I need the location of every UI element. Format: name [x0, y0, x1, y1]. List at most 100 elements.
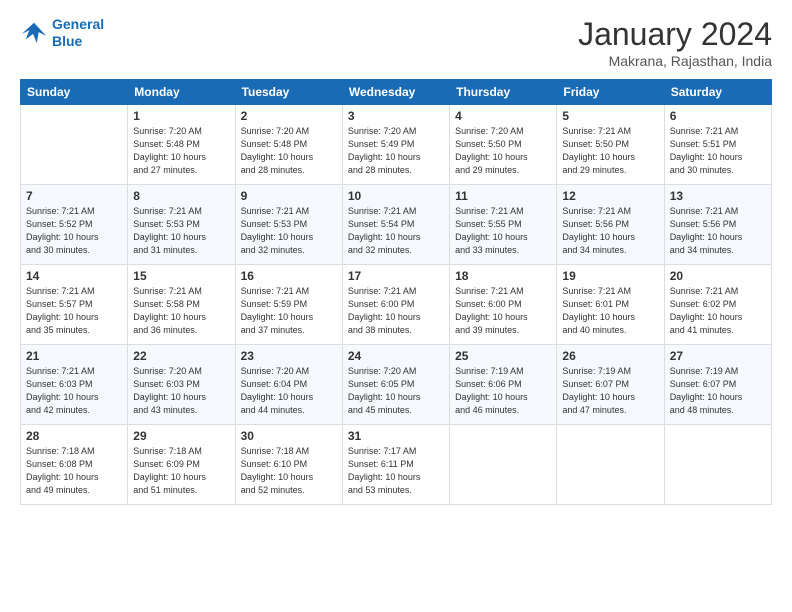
cell-info: Sunrise: 7:21 AM Sunset: 5:57 PM Dayligh… [26, 285, 122, 337]
cell-info: Sunrise: 7:21 AM Sunset: 5:50 PM Dayligh… [562, 125, 658, 177]
cell-info: Sunrise: 7:18 AM Sunset: 6:08 PM Dayligh… [26, 445, 122, 497]
calendar-cell: 4 Sunrise: 7:20 AM Sunset: 5:50 PM Daylig… [450, 105, 557, 185]
cell-info: Sunrise: 7:21 AM Sunset: 5:55 PM Dayligh… [455, 205, 551, 257]
calendar-cell: 9 Sunrise: 7:21 AM Sunset: 5:53 PM Daylig… [235, 185, 342, 265]
calendar-cell: 15 Sunrise: 7:21 AM Sunset: 5:58 PM Dayli… [128, 265, 235, 345]
col-header-saturday: Saturday [664, 80, 771, 105]
date-number: 3 [348, 109, 444, 123]
logo-line1: General [52, 16, 104, 32]
week-row-5: 28 Sunrise: 7:18 AM Sunset: 6:08 PM Dayli… [21, 425, 772, 505]
date-number: 15 [133, 269, 229, 283]
cell-info: Sunrise: 7:21 AM Sunset: 6:01 PM Dayligh… [562, 285, 658, 337]
week-row-3: 14 Sunrise: 7:21 AM Sunset: 5:57 PM Dayli… [21, 265, 772, 345]
calendar-cell: 12Sunrise: 7:21 AM Sunset: 5:56 PM Dayli… [557, 185, 664, 265]
cell-info: Sunrise: 7:19 AM Sunset: 6:07 PM Dayligh… [562, 365, 658, 417]
calendar-cell: 26 Sunrise: 7:19 AM Sunset: 6:07 PM Dayli… [557, 345, 664, 425]
date-number: 9 [241, 189, 337, 203]
cell-info: Sunrise: 7:21 AM Sunset: 5:53 PM Dayligh… [133, 205, 229, 257]
date-number: 1 [133, 109, 229, 123]
calendar-cell: 18 Sunrise: 7:21 AM Sunset: 6:00 PM Dayli… [450, 265, 557, 345]
cell-info: Sunrise: 7:19 AM Sunset: 6:07 PM Dayligh… [670, 365, 766, 417]
col-header-sunday: Sunday [21, 80, 128, 105]
calendar-cell: 5 Sunrise: 7:21 AM Sunset: 5:50 PM Daylig… [557, 105, 664, 185]
cell-info: Sunrise: 7:20 AM Sunset: 5:49 PM Dayligh… [348, 125, 444, 177]
date-number: 24 [348, 349, 444, 363]
col-header-monday: Monday [128, 80, 235, 105]
col-header-friday: Friday [557, 80, 664, 105]
calendar-cell: 21 Sunrise: 7:21 AM Sunset: 6:03 PM Dayli… [21, 345, 128, 425]
cell-info: Sunrise: 7:20 AM Sunset: 5:48 PM Dayligh… [133, 125, 229, 177]
logo-text: General Blue [52, 16, 104, 50]
cell-info: Sunrise: 7:18 AM Sunset: 6:10 PM Dayligh… [241, 445, 337, 497]
date-number: 29 [133, 429, 229, 443]
cell-info: Sunrise: 7:20 AM Sunset: 5:50 PM Dayligh… [455, 125, 551, 177]
location-subtitle: Makrana, Rajasthan, India [578, 53, 772, 69]
calendar-cell: 1 Sunrise: 7:20 AM Sunset: 5:48 PM Daylig… [128, 105, 235, 185]
calendar-cell: 3 Sunrise: 7:20 AM Sunset: 5:49 PM Daylig… [342, 105, 449, 185]
calendar-cell [664, 425, 771, 505]
col-header-wednesday: Wednesday [342, 80, 449, 105]
week-row-1: 1 Sunrise: 7:20 AM Sunset: 5:48 PM Daylig… [21, 105, 772, 185]
cell-info: Sunrise: 7:20 AM Sunset: 6:03 PM Dayligh… [133, 365, 229, 417]
week-row-4: 21 Sunrise: 7:21 AM Sunset: 6:03 PM Dayli… [21, 345, 772, 425]
date-number: 8 [133, 189, 229, 203]
cell-info: Sunrise: 7:20 AM Sunset: 6:04 PM Dayligh… [241, 365, 337, 417]
date-number: 18 [455, 269, 551, 283]
date-number: 2 [241, 109, 337, 123]
title-block: January 2024 Makrana, Rajasthan, India [578, 16, 772, 69]
date-number: 21 [26, 349, 122, 363]
cell-info: Sunrise: 7:21 AM Sunset: 6:00 PM Dayligh… [348, 285, 444, 337]
date-number: 23 [241, 349, 337, 363]
date-number: 17 [348, 269, 444, 283]
cell-info: Sunrise: 7:19 AM Sunset: 6:06 PM Dayligh… [455, 365, 551, 417]
cell-info: Sunrise: 7:21 AM Sunset: 6:02 PM Dayligh… [670, 285, 766, 337]
date-number: 14 [26, 269, 122, 283]
calendar-cell: 16 Sunrise: 7:21 AM Sunset: 5:59 PM Dayli… [235, 265, 342, 345]
date-number: 13 [670, 189, 766, 203]
week-row-2: 7Sunrise: 7:21 AM Sunset: 5:52 PM Daylig… [21, 185, 772, 265]
cell-info: Sunrise: 7:20 AM Sunset: 5:48 PM Dayligh… [241, 125, 337, 177]
calendar-cell: 24 Sunrise: 7:20 AM Sunset: 6:05 PM Dayli… [342, 345, 449, 425]
calendar-cell: 22Sunrise: 7:20 AM Sunset: 6:03 PM Dayli… [128, 345, 235, 425]
date-number: 6 [670, 109, 766, 123]
cell-info: Sunrise: 7:21 AM Sunset: 5:58 PM Dayligh… [133, 285, 229, 337]
date-number: 30 [241, 429, 337, 443]
calendar-cell: 23 Sunrise: 7:20 AM Sunset: 6:04 PM Dayli… [235, 345, 342, 425]
date-number: 10 [348, 189, 444, 203]
col-header-tuesday: Tuesday [235, 80, 342, 105]
page: General Blue January 2024 Makrana, Rajas… [0, 0, 792, 612]
calendar-cell: 13Sunrise: 7:21 AM Sunset: 5:56 PM Dayli… [664, 185, 771, 265]
logo-line2: Blue [52, 33, 82, 49]
calendar-cell [557, 425, 664, 505]
logo: General Blue [20, 16, 104, 50]
calendar-cell: 8 Sunrise: 7:21 AM Sunset: 5:53 PM Daylig… [128, 185, 235, 265]
calendar-cell: 19 Sunrise: 7:21 AM Sunset: 6:01 PM Dayli… [557, 265, 664, 345]
cell-info: Sunrise: 7:20 AM Sunset: 6:05 PM Dayligh… [348, 365, 444, 417]
calendar-cell: 27 Sunrise: 7:19 AM Sunset: 6:07 PM Dayli… [664, 345, 771, 425]
date-number: 31 [348, 429, 444, 443]
calendar-cell: 2 Sunrise: 7:20 AM Sunset: 5:48 PM Daylig… [235, 105, 342, 185]
date-number: 16 [241, 269, 337, 283]
calendar-cell: 11Sunrise: 7:21 AM Sunset: 5:55 PM Dayli… [450, 185, 557, 265]
cell-info: Sunrise: 7:21 AM Sunset: 5:53 PM Dayligh… [241, 205, 337, 257]
cell-info: Sunrise: 7:21 AM Sunset: 6:03 PM Dayligh… [26, 365, 122, 417]
calendar-cell [450, 425, 557, 505]
cell-info: Sunrise: 7:21 AM Sunset: 5:54 PM Dayligh… [348, 205, 444, 257]
col-header-thursday: Thursday [450, 80, 557, 105]
date-number: 28 [26, 429, 122, 443]
date-number: 27 [670, 349, 766, 363]
date-number: 4 [455, 109, 551, 123]
calendar-cell: 28 Sunrise: 7:18 AM Sunset: 6:08 PM Dayli… [21, 425, 128, 505]
calendar-cell: 30 Sunrise: 7:18 AM Sunset: 6:10 PM Dayli… [235, 425, 342, 505]
calendar-cell: 20 Sunrise: 7:21 AM Sunset: 6:02 PM Dayli… [664, 265, 771, 345]
date-number: 26 [562, 349, 658, 363]
date-number: 12 [562, 189, 658, 203]
date-number: 20 [670, 269, 766, 283]
cell-info: Sunrise: 7:21 AM Sunset: 6:00 PM Dayligh… [455, 285, 551, 337]
date-number: 19 [562, 269, 658, 283]
header-row: SundayMondayTuesdayWednesdayThursdayFrid… [21, 80, 772, 105]
cell-info: Sunrise: 7:21 AM Sunset: 5:59 PM Dayligh… [241, 285, 337, 337]
date-number: 5 [562, 109, 658, 123]
calendar-cell: 29Sunrise: 7:18 AM Sunset: 6:09 PM Dayli… [128, 425, 235, 505]
cell-info: Sunrise: 7:21 AM Sunset: 5:51 PM Dayligh… [670, 125, 766, 177]
